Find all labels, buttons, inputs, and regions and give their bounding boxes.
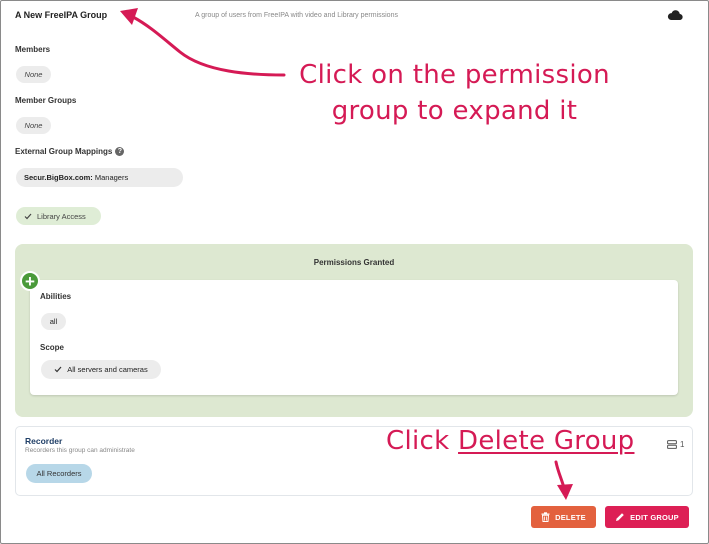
server-icon	[667, 440, 677, 449]
abilities-chip: all	[41, 313, 66, 330]
recorder-subtitle: Recorders this group can administrate	[25, 447, 135, 454]
scope-label: Scope	[40, 343, 65, 352]
member-groups-chip: None	[16, 117, 51, 134]
external-mappings-label-text: External Group Mappings	[15, 147, 113, 156]
permissions-title: Permissions Granted	[313, 258, 395, 267]
external-mapping-group: Managers	[92, 173, 129, 182]
annotation-delete-prefix: Click	[386, 426, 459, 456]
check-icon	[54, 366, 62, 373]
pencil-icon	[616, 513, 624, 521]
annotation-delete: Click Delete Group	[386, 423, 634, 459]
annotation-expand-line1: Click on the permission	[299, 60, 610, 90]
group-title[interactable]: A New FreeIPA Group	[15, 10, 107, 20]
delete-button-label: DELETE	[555, 512, 586, 522]
trash-icon	[541, 512, 550, 522]
external-mappings-label: External Group Mappings?	[15, 147, 125, 157]
check-icon	[24, 213, 32, 219]
server-count: 1	[667, 440, 684, 449]
scope-value: All servers and cameras	[67, 365, 148, 374]
scope-chip: All servers and cameras	[41, 360, 161, 379]
question-icon[interactable]: ?	[115, 147, 125, 157]
group-description: A group of users from FreeIPA with video…	[195, 12, 398, 19]
edit-group-button[interactable]: EDIT GROUP	[605, 506, 689, 528]
all-recorders-chip: All Recorders	[26, 464, 92, 483]
plus-icon[interactable]: +	[20, 271, 40, 291]
annotation-delete-link: Delete Group	[458, 426, 635, 456]
members-chip: None	[16, 66, 51, 83]
external-mapping-chip: Secur.BigBox.com: Managers	[16, 168, 183, 187]
annotation-expand-line2: group to expand it	[331, 96, 578, 126]
external-mapping-domain: Secur.BigBox.com:	[24, 173, 93, 182]
members-label: Members	[15, 45, 51, 54]
abilities-label: Abilities	[40, 292, 72, 301]
annotation-expand: Click on the permission group to expand …	[282, 57, 627, 129]
server-count-value: 1	[680, 440, 685, 449]
recorder-title: Recorder	[25, 436, 63, 446]
delete-button[interactable]: DELETE	[531, 506, 596, 528]
edit-group-button-label: EDIT GROUP	[630, 512, 679, 522]
library-access-chip: Library Access	[16, 207, 101, 225]
library-access-label: Library Access	[37, 211, 86, 221]
member-groups-label: Member Groups	[15, 96, 77, 105]
cloud-icon	[667, 10, 683, 21]
